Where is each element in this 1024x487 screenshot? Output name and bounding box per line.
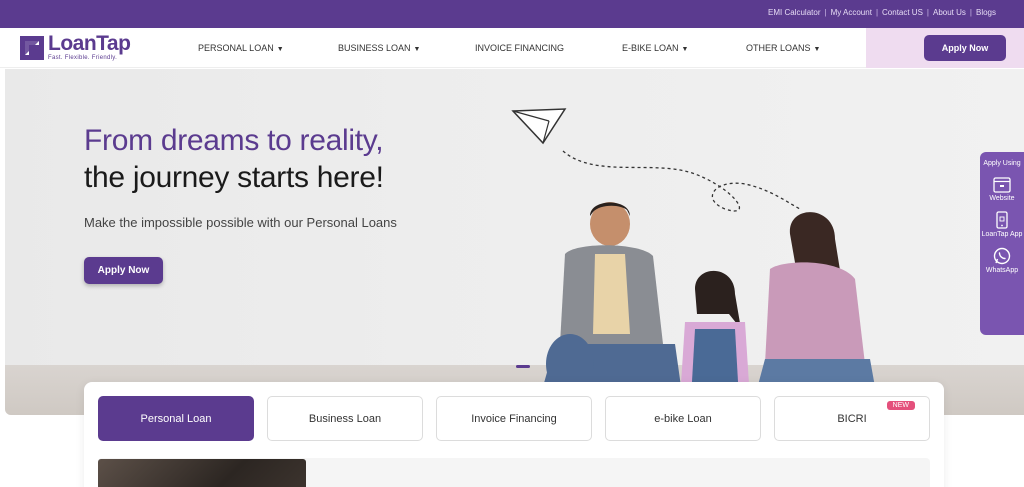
nav-label: INVOICE FINANCING — [475, 43, 565, 53]
website-label: Website — [989, 195, 1015, 202]
phone-icon — [996, 211, 1008, 229]
about-us-link[interactable]: About Us — [929, 8, 970, 17]
nav-label: PERSONAL LOAN — [198, 43, 274, 53]
contact-us-link[interactable]: Contact US — [878, 8, 927, 17]
tab-bicri[interactable]: BICRI NEW — [774, 396, 930, 441]
content-image — [98, 459, 306, 487]
apply-whatsapp-item[interactable]: WhatsApp — [980, 247, 1024, 275]
hero-headline-secondary: the journey starts here! — [84, 161, 384, 194]
browser-icon — [993, 177, 1011, 193]
utility-links: EMI Calculator | My Account | Contact US… — [764, 8, 1000, 17]
apply-website-item[interactable]: Website — [980, 177, 1024, 203]
nav-label: E-BIKE LOAN — [622, 43, 679, 53]
apply-now-button[interactable]: Apply Now — [924, 35, 1006, 61]
tab-label: e-bike Loan — [654, 412, 712, 425]
whatsapp-label: WhatsApp — [985, 267, 1019, 274]
apply-area: Apply Now — [866, 28, 1024, 68]
nav-personal-loan[interactable]: PERSONAL LOAN ▼ — [198, 43, 284, 53]
blogs-link[interactable]: Blogs — [972, 8, 1000, 17]
tab-label: Invoice Financing — [471, 412, 557, 425]
main-navbar: LoanTap Fast. Flexible. Friendly. PERSON… — [0, 28, 1024, 68]
app-label: LoanTap App — [981, 231, 1023, 238]
brand-tagline: Fast. Flexible. Friendly. — [48, 55, 118, 61]
loan-type-card: Personal Loan Business Loan Invoice Fina… — [84, 382, 944, 487]
my-account-link[interactable]: My Account — [827, 8, 876, 17]
tab-label: Personal Loan — [140, 412, 212, 425]
tab-business-loan[interactable]: Business Loan — [267, 396, 423, 441]
nav-label: OTHER LOANS — [746, 43, 811, 53]
apply-app-item[interactable]: LoanTap App — [980, 211, 1024, 239]
new-badge: NEW — [886, 401, 915, 410]
nav-invoice-financing[interactable]: INVOICE FINANCING — [475, 43, 564, 53]
hero-banner: From dreams to reality, the journey star… — [5, 69, 1024, 415]
logo-icon — [20, 36, 44, 60]
caret-down-icon: ▼ — [413, 46, 421, 53]
tab-label: Business Loan — [308, 412, 382, 425]
panel-heading: Apply Using — [983, 160, 1021, 167]
tab-label: BICRI — [837, 412, 867, 425]
brand-logo[interactable]: LoanTap Fast. Flexible. Friendly. — [20, 32, 131, 61]
nav-other-loans[interactable]: OTHER LOANS ▼ — [746, 43, 820, 53]
carousel-indicator[interactable] — [516, 365, 530, 368]
tab-invoice-financing[interactable]: Invoice Financing — [436, 396, 592, 441]
hero-subtitle: Make the impossible possible with our Pe… — [84, 215, 397, 230]
whatsapp-icon — [993, 247, 1011, 265]
tab-personal-loan[interactable]: Personal Loan — [98, 396, 254, 441]
caret-down-icon: ▼ — [276, 46, 284, 53]
nav-business-loan[interactable]: BUSINESS LOAN ▼ — [338, 43, 420, 53]
tab-ebike-loan[interactable]: e-bike Loan — [605, 396, 761, 441]
brand-name: LoanTap — [48, 32, 131, 55]
nav-label: BUSINESS LOAN — [338, 43, 411, 53]
hero-apply-now-button[interactable]: Apply Now — [84, 257, 163, 284]
emi-calculator-link[interactable]: EMI Calculator — [764, 8, 824, 17]
caret-down-icon: ▼ — [681, 46, 689, 53]
caret-down-icon: ▼ — [813, 46, 821, 53]
apply-using-panel: Apply Using Website LoanTap App WhatsApp — [980, 152, 1024, 335]
nav-ebike-loan[interactable]: E-BIKE LOAN ▼ — [622, 43, 688, 53]
top-utility-bar: EMI Calculator | My Account | Contact US… — [0, 0, 1024, 28]
hero-headline-primary: From dreams to reality, — [84, 124, 384, 157]
